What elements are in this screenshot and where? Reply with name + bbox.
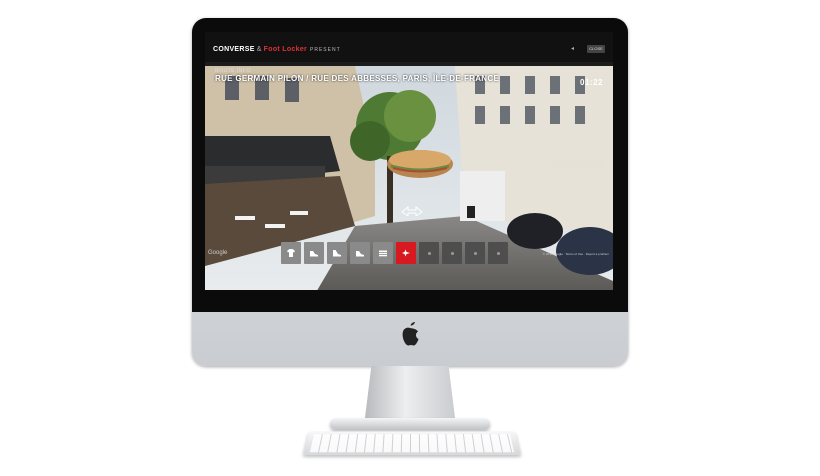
tool-shoe-3-button[interactable] [350, 242, 370, 264]
locked-dot-icon [427, 251, 431, 255]
sound-icon[interactable]: ◂ [571, 46, 577, 52]
brand-footlocker: Foot Locker [263, 46, 308, 53]
brand-converse: CONVERSE [213, 46, 255, 53]
tool-locked-4-button[interactable] [488, 242, 508, 264]
google-logo: Google [208, 250, 228, 256]
imac-stand [364, 366, 456, 426]
brand-ampersand: & [256, 46, 262, 53]
present-label: PRESENT [310, 47, 341, 53]
tool-shoe-1-button[interactable] [304, 242, 324, 264]
tool-locked-3-button[interactable] [465, 242, 485, 264]
location-title: RUE GERMAIN PILON / RUE DES ABBESSES, PA… [215, 74, 500, 83]
tool-shoe-2-button[interactable] [327, 242, 347, 264]
close-button[interactable]: CLOSE [587, 45, 605, 53]
tool-burger-button[interactable] [373, 242, 393, 264]
location-overlay: ROUTE INFO RUE GERMAIN PILON / RUE DES A… [215, 68, 499, 83]
sandwich-icon[interactable] [385, 144, 455, 182]
top-bar: CONVERSE & Foot Locker PRESENT ◂ CLOSE [205, 32, 613, 62]
converse-star-arrow-icon [402, 249, 410, 257]
time-display: 01:22 [580, 78, 603, 87]
tool-tshirt-button[interactable] [281, 242, 301, 264]
shoe-icon [333, 250, 341, 257]
locked-dot-icon [473, 251, 477, 255]
item-toolbar [281, 242, 508, 266]
keyboard [303, 431, 521, 456]
imac-stand-base [330, 418, 490, 430]
shoe-icon [356, 251, 364, 257]
locked-dot-icon [450, 251, 454, 255]
tool-locked-2-button[interactable] [442, 242, 462, 264]
burger-icon [379, 250, 387, 257]
app-screen: CONVERSE & Foot Locker PRESENT ◂ CLOSE R… [205, 32, 613, 290]
tshirt-icon [287, 249, 295, 257]
tool-locked-1-button[interactable] [419, 242, 439, 264]
street-navigation-arrows-icon[interactable] [400, 204, 424, 216]
apple-logo-icon [402, 322, 419, 346]
locked-dot-icon [496, 251, 500, 255]
map-copyright: © 2011 Google · Terms of Use · Report a … [542, 252, 609, 256]
brand-logo: CONVERSE & Foot Locker PRESENT [213, 46, 341, 53]
tool-converse-star-button[interactable] [396, 242, 416, 264]
shoe-icon [310, 251, 318, 257]
